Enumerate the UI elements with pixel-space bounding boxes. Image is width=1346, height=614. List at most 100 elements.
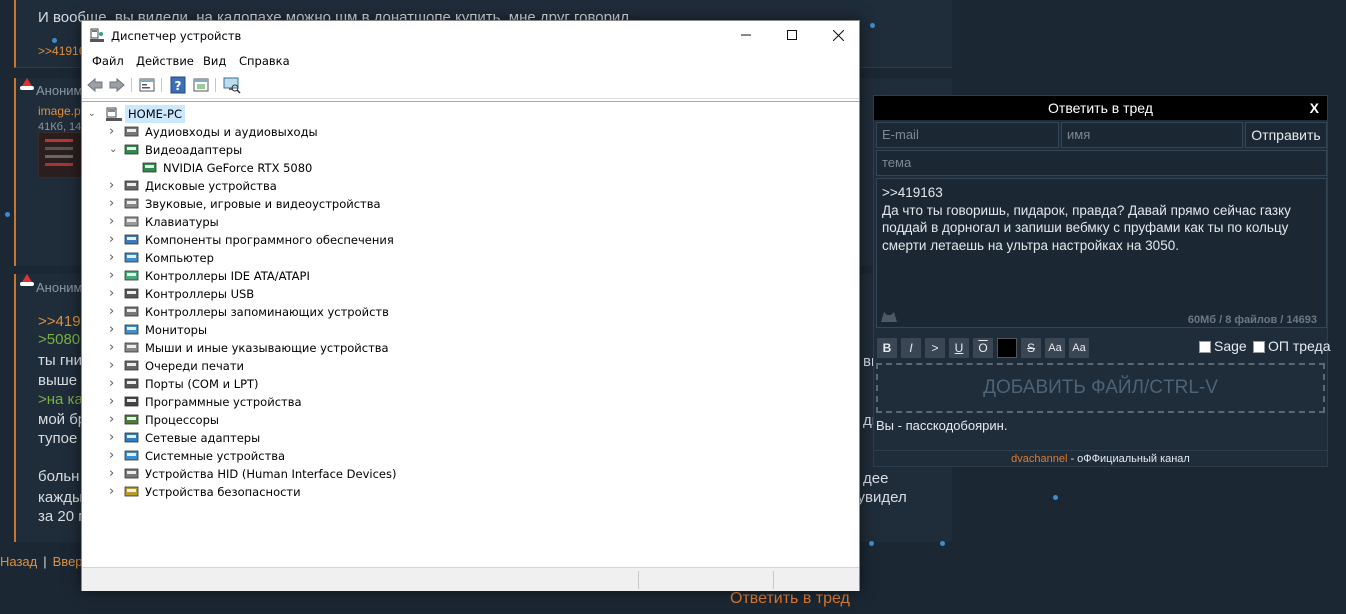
speaker-icon	[124, 126, 139, 137]
op-checkbox[interactable]	[1253, 341, 1265, 353]
reply-link[interactable]: >>41916	[38, 44, 85, 58]
chevron-right-icon[interactable]: ›	[109, 249, 119, 267]
thread-nav: Назад | Вверх	[0, 554, 89, 569]
chevron-right-icon[interactable]: ›	[109, 267, 119, 285]
software-component-icon	[124, 234, 139, 245]
tree-category-label: Процессоры	[145, 413, 219, 427]
overline-button[interactable]: O	[973, 338, 993, 358]
message-line: смерти летаешь на ультра настройках на 3…	[882, 237, 1179, 253]
keyboard-icon	[124, 216, 139, 227]
reply-form-header[interactable]: Ответить в тред X	[874, 96, 1327, 120]
chevron-right-icon[interactable]: ›	[109, 429, 119, 447]
chevron-right-icon[interactable]: ›	[109, 195, 119, 213]
chevron-right-icon[interactable]: ›	[109, 447, 119, 465]
post-fragment: дее	[863, 470, 889, 487]
post-line[interactable]: >>419	[38, 313, 81, 330]
scan-hardware-icon[interactable]	[223, 76, 241, 94]
message-textarea[interactable]: >>419163 Да что ты говоришь, пидарок, пр…	[876, 178, 1327, 328]
subscript-button[interactable]: Aa	[1069, 338, 1089, 358]
maximize-button[interactable]	[769, 21, 815, 49]
status-separator	[638, 571, 639, 589]
device-tree: ⌄ HOME-PC › Аудиовходы и аудиовыходы ⌄ Виде…	[82, 101, 859, 566]
post-thumbnail[interactable]	[38, 132, 82, 178]
forward-arrow-icon[interactable]	[108, 76, 126, 94]
ide-controller-icon	[124, 270, 139, 281]
file-link[interactable]: image.p	[38, 104, 81, 118]
superscript-button[interactable]: Aa	[1045, 338, 1065, 358]
subject-field[interactable]: тема	[876, 150, 1327, 176]
dot-decoration	[52, 38, 57, 43]
chevron-right-icon[interactable]: ›	[109, 285, 119, 303]
spoiler-button[interactable]: █	[997, 338, 1017, 358]
tree-category-label: Компоненты программного обеспечения	[145, 233, 394, 247]
santa-hat-icon	[20, 274, 34, 286]
close-button[interactable]	[815, 21, 861, 49]
network-adapter-icon	[124, 432, 139, 443]
toolbar-separator	[161, 78, 162, 92]
chevron-right-icon[interactable]: ›	[109, 213, 119, 231]
tree-category-label: Устройства безопасности	[145, 485, 301, 499]
dot-decoration	[5, 212, 10, 217]
file-dropzone[interactable]: ДОБАВИТЬ ФАЙЛ/CTRL-V	[876, 363, 1325, 413]
channel-link[interactable]: dvachannel	[1011, 453, 1067, 465]
help-icon[interactable]: ?	[169, 76, 187, 94]
tree-device-label: NVIDIA GeForce RTX 5080	[163, 161, 313, 175]
security-device-icon	[124, 486, 139, 497]
chevron-down-icon[interactable]: ⌄	[109, 141, 119, 159]
tree-category-label: Контроллеры IDE ATA/ATAPI	[145, 269, 310, 283]
title-bar[interactable]: Диспетчер устройств	[82, 21, 859, 51]
menu-bar: Файл Действие Вид Справка	[82, 51, 859, 71]
chevron-right-icon[interactable]: ›	[109, 339, 119, 357]
quote-button[interactable]: >	[925, 338, 945, 358]
chevron-right-icon[interactable]: ›	[109, 483, 119, 501]
properties-icon[interactable]	[138, 76, 156, 94]
tree-category-label: Клавиатуры	[145, 215, 219, 229]
tree-category-label: Аудиовходы и аудиовыходы	[145, 125, 318, 139]
nav-back-link[interactable]: Назад	[0, 554, 37, 569]
chevron-right-icon[interactable]: ›	[109, 177, 119, 195]
update-driver-icon[interactable]	[192, 76, 210, 94]
chevron-right-icon[interactable]: ›	[109, 357, 119, 375]
chevron-right-icon[interactable]: ›	[109, 393, 119, 411]
post-line: выше	[38, 372, 78, 389]
chevron-right-icon[interactable]: ›	[109, 375, 119, 393]
bold-button[interactable]: B	[877, 338, 897, 358]
post-line: ты гни	[38, 352, 82, 369]
chevron-right-icon[interactable]: ›	[109, 321, 119, 339]
email-field[interactable]: E-mail	[876, 122, 1059, 148]
chevron-right-icon[interactable]: ›	[109, 465, 119, 483]
reply-form-close-button[interactable]: X	[1310, 96, 1319, 120]
chevron-right-icon[interactable]: ›	[109, 123, 119, 141]
menu-view[interactable]: Вид	[203, 54, 226, 68]
message-line: поддай в дорногал и запиши вебмку с пруф…	[882, 220, 1289, 235]
chevron-right-icon[interactable]: ›	[109, 411, 119, 429]
send-button[interactable]: Отправить	[1245, 122, 1327, 148]
menu-action[interactable]: Действие	[136, 54, 194, 68]
menu-help[interactable]: Справка	[239, 54, 290, 68]
strike-button[interactable]: S	[1021, 338, 1041, 358]
sage-checkbox[interactable]	[1199, 341, 1211, 353]
chevron-right-icon[interactable]: ›	[109, 303, 119, 321]
status-bar	[82, 567, 859, 591]
santa-hat-icon	[20, 78, 34, 90]
reply-thread-link[interactable]: Ответить в тред	[730, 590, 850, 608]
port-icon	[124, 378, 139, 389]
window-title: Диспетчер устройств	[111, 29, 242, 43]
back-arrow-icon[interactable]	[86, 76, 104, 94]
storage-controller-icon	[124, 306, 139, 317]
name-field[interactable]: имя	[1061, 122, 1243, 148]
chevron-right-icon[interactable]: ›	[109, 231, 119, 249]
tree-category-label: Программные устройства	[145, 395, 302, 409]
computer-icon	[124, 252, 139, 263]
underline-button[interactable]: U	[949, 338, 969, 358]
post-line: >5080	[38, 331, 81, 348]
minimize-button[interactable]	[723, 21, 769, 49]
status-separator	[773, 571, 774, 589]
menu-file[interactable]: Файл	[92, 54, 124, 68]
chevron-down-icon[interactable]: ⌄	[88, 105, 98, 123]
italic-button[interactable]: I	[901, 338, 921, 358]
passcode-slogan: Вы - пасскодобоярин.	[876, 418, 1008, 433]
mouse-icon	[124, 342, 139, 353]
dot-decoration	[940, 541, 945, 546]
software-device-icon	[124, 396, 139, 407]
